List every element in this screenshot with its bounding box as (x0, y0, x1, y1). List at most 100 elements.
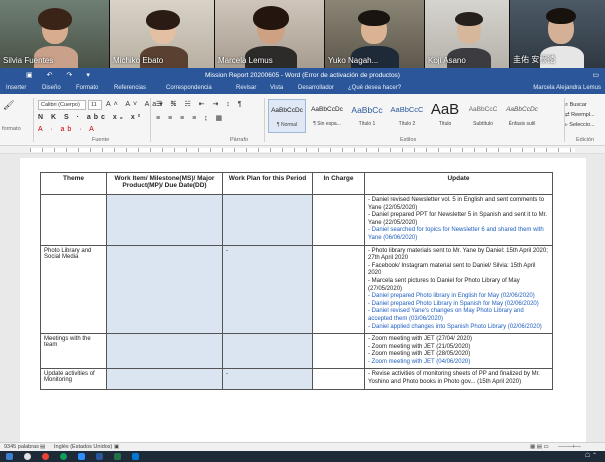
outlook-app-icon[interactable] (132, 453, 139, 460)
style-normal[interactable]: AaBbCcDc ¶ Normal (268, 99, 306, 133)
video-tile[interactable]: Marcela Lemus (215, 0, 325, 68)
header-theme: Theme (40, 172, 107, 195)
cell-work-item[interactable] (106, 368, 223, 390)
document-page[interactable]: Theme Work Item/ Milestone(MS)/ Major Pr… (20, 158, 586, 442)
update-entry: - Marcela sent pictures to Daniel for Ph… (368, 277, 520, 292)
zoom-slider[interactable]: −——+— (558, 444, 581, 450)
update-entry: - Revise activities of monitoring sheets… (368, 371, 540, 386)
ribbon: 🖌 formato Calibri (Cuerpo) 11 A˄ A˅ Aa▾ … (0, 94, 605, 146)
cell-theme[interactable] (40, 194, 107, 246)
tab-view[interactable]: Vista (270, 85, 283, 91)
cell-work-item[interactable] (106, 194, 223, 246)
alignment-buttons[interactable]: ≡ ≡ ≡ ≡ ↨ ▦ (156, 114, 225, 122)
document-title: Mission Report 20200605 - Word (Error de… (205, 72, 400, 79)
horizontal-ruler[interactable] (0, 146, 605, 154)
cell-in-charge[interactable] (312, 244, 365, 335)
participant-name: Yuko Nagah... (328, 56, 379, 65)
ribbon-display-icon[interactable]: ▭ (592, 71, 599, 79)
header-in-charge: In Charge (312, 172, 365, 195)
language-indicator[interactable]: Inglés (Estados Unidos) (54, 444, 112, 450)
tab-references[interactable]: Referencias (114, 85, 146, 91)
cell-theme[interactable]: Update activities of Monitoring (40, 368, 107, 390)
tab-mailings[interactable]: Correspondencia (166, 85, 212, 91)
cell-in-charge[interactable] (312, 368, 365, 390)
header-update: Update (364, 172, 553, 195)
cell-work-plan[interactable]: - (222, 368, 313, 390)
search-icon: ⌕ (565, 102, 569, 108)
system-tray[interactable]: ☖ ⌃ (585, 452, 597, 459)
style-heading-2[interactable]: AaBbCcC Título 2 (388, 99, 426, 133)
tab-review[interactable]: Revisar (236, 85, 256, 91)
style-subtitle[interactable]: AaBbCcC Subtítulo (464, 99, 502, 133)
font-color-buttons[interactable]: A · ab · A (38, 126, 97, 133)
cell-work-item[interactable] (106, 244, 223, 335)
account-name[interactable]: Marcela Alejandra Lemus (533, 85, 601, 91)
format-painter-icon[interactable]: 🖌 (3, 100, 14, 111)
update-entry: - Daniel prepared Photo Library in Spani… (368, 300, 539, 307)
cell-update[interactable]: - Zoom meeting with JET (27/04/ 2020) - Z… (364, 333, 553, 370)
progress-table: Theme Work Item/ Milestone(MS)/ Major Pr… (40, 172, 553, 390)
font-format-buttons[interactable]: N K S · abc x₂ x² (38, 114, 143, 121)
update-entry: - Daniel prepared Photo library in Engli… (368, 293, 535, 300)
document-area[interactable]: Theme Work Item/ Milestone(MS)/ Major Pr… (0, 154, 605, 442)
update-entry: - Daniel applied changes into Spanish Ph… (368, 323, 542, 330)
view-buttons[interactable]: ▦ ▤ ▭ (530, 444, 549, 450)
table-header-row: Theme Work Item/ Milestone(MS)/ Major Pr… (40, 172, 553, 195)
list-buttons[interactable]: ☰ ☷ ☵ ⇤ ⇥ ↕ ¶ (156, 100, 245, 108)
tab-format[interactable]: Formato (76, 85, 98, 91)
table-row: Update activities of Monitoring - - Revise… (40, 368, 553, 390)
video-tile[interactable]: Koji Asano (425, 0, 510, 68)
excel-app-icon[interactable] (114, 453, 121, 460)
macro-icon[interactable]: ▣ (114, 444, 119, 450)
style-subtle-emphasis[interactable]: AaBbCcDc Énfasis sutil (502, 99, 542, 133)
header-work-plan: Work Plan for this Period (222, 172, 313, 195)
cell-in-charge[interactable] (312, 333, 365, 370)
find-button[interactable]: ⌕ Buscar (565, 100, 603, 110)
style-no-spacing[interactable]: AaBbCcDc ¶ Sin espa... (308, 99, 346, 133)
video-tile[interactable]: Silvia Fuentes (0, 0, 110, 68)
word-app-icon[interactable] (96, 453, 103, 460)
video-tile[interactable]: Yuko Nagah... (325, 0, 425, 68)
video-tile[interactable]: 圭佑 安根徳 (510, 0, 605, 68)
update-entry: - Daniel revised Yane's changes on May P… (368, 308, 524, 322)
start-icon[interactable] (6, 453, 13, 460)
search-icon[interactable] (24, 453, 31, 460)
replace-icon: ⇄ (565, 112, 570, 118)
update-entry: - Daniel revised Newsletter vol. 5 in En… (368, 197, 545, 211)
cell-work-plan[interactable]: - (222, 244, 313, 335)
update-entry: - Zoom meeting with JET (21/05/2020) (368, 343, 471, 350)
tell-me-search[interactable]: ¿Qué desea hacer? (348, 85, 401, 91)
video-tile[interactable]: Michiko Ebato (110, 0, 215, 68)
select-button[interactable]: ▹ Seleccio... (565, 120, 603, 130)
cell-update[interactable]: - Daniel revised Newsletter vol. 5 in En… (364, 194, 553, 246)
tab-developer[interactable]: Desarrollador (298, 85, 334, 91)
font-name-select[interactable]: Calibri (Cuerpo) (38, 100, 86, 110)
clipboard-group-label: formato (2, 126, 21, 132)
cell-update[interactable]: - Revise activities of monitoring sheets… (364, 368, 553, 390)
cell-update[interactable]: - Photo library materials sent to Mr. Ya… (364, 244, 553, 335)
update-entry: - Zoom meeting with JET (28/05/2020) (368, 351, 471, 358)
video-strip: Silvia Fuentes Michiko Ebato Marcela Lem… (0, 0, 605, 68)
app-icon[interactable] (60, 453, 67, 460)
cell-theme[interactable]: Photo Library and Social Media (40, 244, 107, 335)
tab-design[interactable]: Diseño (42, 85, 61, 91)
word-title-bar: ▣ ↶ ↷ ▾ Mission Report 20200605 - Word (… (0, 68, 605, 82)
zoom-app-icon[interactable] (78, 453, 85, 460)
participant-name: Marcela Lemus (218, 56, 273, 65)
cell-work-plan[interactable] (222, 194, 313, 246)
style-heading-1[interactable]: AaBbCc Título 1 (348, 99, 386, 133)
font-size-select[interactable]: 11 (88, 100, 102, 110)
participant-name: 圭佑 安根徳 (513, 55, 556, 64)
cell-theme[interactable]: Meetings with the team (40, 333, 107, 370)
tab-insert[interactable]: Inserter (6, 85, 26, 91)
update-entry: - Daniel searched for topics for Newslet… (368, 227, 544, 241)
chrome-icon[interactable] (42, 453, 49, 460)
word-count[interactable]: 9345 palabras (4, 444, 39, 450)
style-title[interactable]: AaB Título (426, 99, 464, 133)
cell-in-charge[interactable] (312, 194, 365, 246)
proofing-icon[interactable]: ▤ (40, 444, 45, 450)
cell-work-item[interactable] (106, 333, 223, 370)
replace-button[interactable]: ⇄ Reempl... (565, 110, 603, 120)
windows-taskbar: ☖ ⌃ (0, 451, 605, 462)
cell-work-plan[interactable] (222, 333, 313, 370)
